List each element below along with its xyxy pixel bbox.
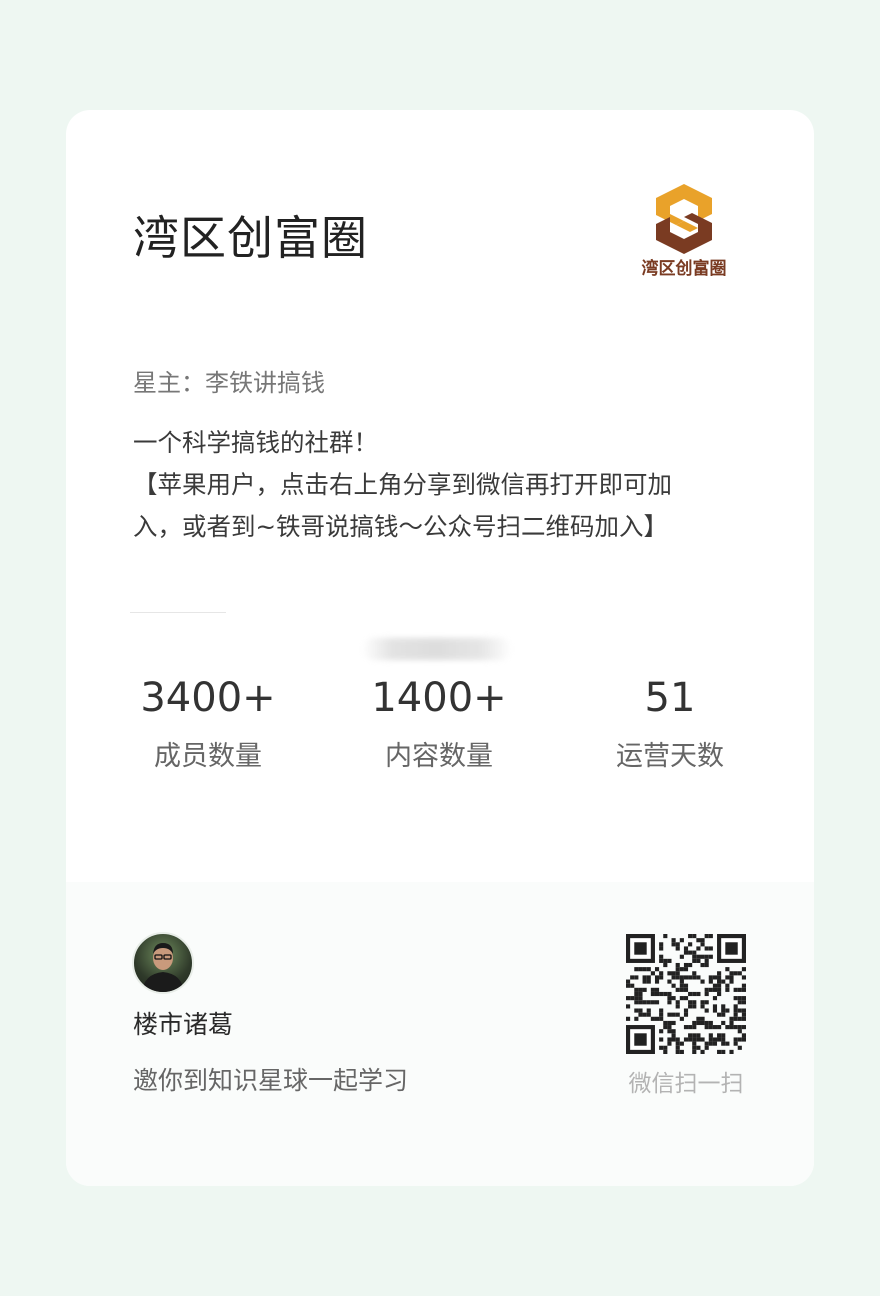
avatar	[132, 932, 194, 994]
stat-label: 内容数量	[385, 741, 493, 772]
stat-value: 51	[644, 675, 696, 721]
description-line: 【苹果用户，点击右上角分享到微信再打开即可加	[133, 470, 672, 499]
author-name: 楼市诸葛	[133, 1010, 234, 1039]
invite-text: 邀你到知识星球一起学习	[133, 1066, 409, 1095]
stat-label: 成员数量	[154, 741, 262, 772]
stat-value: 1400+	[371, 675, 507, 721]
stats-row: 3400+ 成员数量 1400+ 内容数量 51 运营天数	[66, 670, 814, 790]
planet-logo: 湾区创富圈	[632, 184, 736, 279]
description-line: 入，或者到~铁哥说搞钱～公众号扫二维码加入】	[133, 512, 669, 541]
stat-content: 1400+ 内容数量	[339, 670, 539, 776]
planet-owner: 星主：李铁讲搞钱	[133, 369, 325, 397]
card-footer: 楼市诸葛 邀你到知识星球一起学习 微信扫一扫	[66, 882, 814, 1186]
logo-text: 湾区创富圈	[641, 259, 727, 279]
qr-caption: 微信扫一扫	[628, 1071, 744, 1097]
planet-description: 一个科学搞钱的社群！ 【苹果用户，点击右上角分享到微信再打开即可加 入，或者到~…	[133, 422, 763, 548]
stat-members: 3400+ 成员数量	[108, 670, 308, 776]
description-line: 一个科学搞钱的社群！	[133, 428, 378, 457]
stat-days: 51 运营天数	[570, 670, 770, 776]
planet-invite-card: 湾区创富圈 湾区创富圈 星主：李铁讲搞钱 一个科学搞钱的社群！ 【苹果用户，点击…	[66, 110, 814, 1186]
user-avatar-icon	[142, 943, 184, 992]
stat-label: 运营天数	[616, 741, 724, 772]
stat-value: 3400+	[140, 675, 276, 721]
blurred-watermark	[362, 638, 512, 660]
section-divider	[130, 612, 226, 613]
qr-code	[626, 934, 746, 1054]
planet-title: 湾区创富圈	[133, 211, 368, 265]
qr-code-icon	[626, 934, 746, 1054]
hexagon-s-logo-icon	[656, 184, 712, 254]
